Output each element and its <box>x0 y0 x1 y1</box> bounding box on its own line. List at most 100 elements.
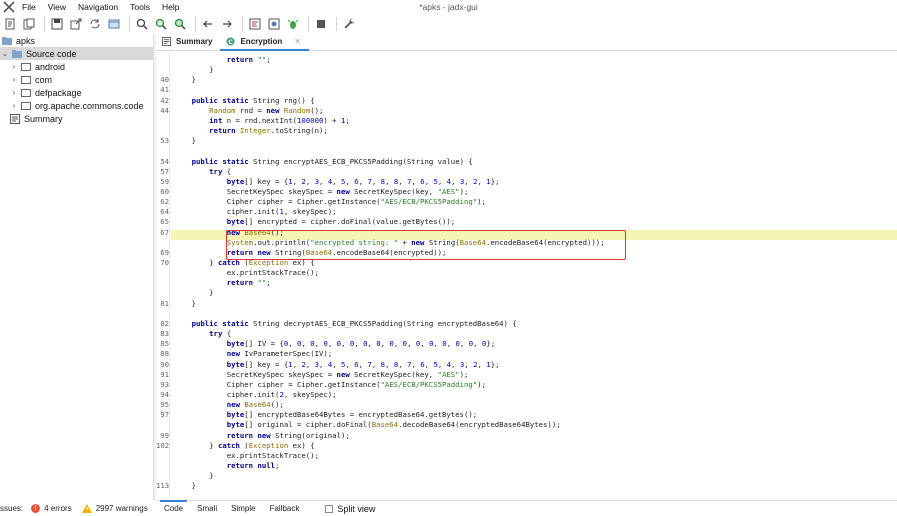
log-icon[interactable] <box>313 16 329 32</box>
code-text: ex.printStackTrace(); <box>174 450 319 460</box>
code-token: 2 <box>279 389 284 399</box>
code-token: 4 <box>446 359 452 369</box>
tab-summary-label: Summary <box>176 37 213 46</box>
close-icon[interactable]: ✕ <box>294 37 301 46</box>
code-token: 3 <box>314 359 320 369</box>
chevron-right-icon[interactable]: › <box>10 88 18 97</box>
code-token: new <box>226 400 240 410</box>
code-token: 8 <box>380 359 386 369</box>
export-icon[interactable] <box>68 16 84 32</box>
code-token: 6 <box>354 176 359 186</box>
code-token: 5 <box>341 359 346 369</box>
tab-fallback[interactable]: Fallback <box>270 501 300 516</box>
code-token: 0 <box>376 339 381 349</box>
warnings-count[interactable]: 2997 warnings <box>96 504 148 513</box>
sync-icon[interactable] <box>87 16 103 32</box>
tree-item-source-code[interactable]: ⌄ Source code <box>0 47 153 60</box>
line-number: 113 <box>156 481 170 491</box>
tree-root-apks[interactable]: apks <box>0 34 153 47</box>
issues-label: ssues: <box>0 503 24 513</box>
code-token: 7 <box>367 176 372 186</box>
code-token: 6 <box>420 359 425 369</box>
find-usage-icon[interactable] <box>172 16 188 32</box>
menu-navigation[interactable]: Navigation <box>78 2 118 12</box>
code-token: public static <box>191 318 249 328</box>
line-number: 64 <box>160 207 169 217</box>
chevron-right-icon[interactable]: › <box>10 62 18 71</box>
chevron-right-icon[interactable]: › <box>10 101 18 110</box>
code-token: 1 <box>288 176 293 186</box>
line-number: 41 <box>160 85 169 95</box>
open-file-icon[interactable] <box>2 16 18 32</box>
forward-icon[interactable] <box>219 16 235 32</box>
add-files-icon[interactable] <box>21 16 37 32</box>
code-text: cipher.init(2, skeySpec); <box>174 389 337 399</box>
code-token: return null <box>226 461 276 470</box>
code-text: return ""; <box>226 55 271 64</box>
code-token: "AES/ECB/PKCS5Padding" <box>380 197 478 207</box>
tab-code[interactable]: Code <box>159 499 188 516</box>
menu-file[interactable]: File <box>22 2 36 12</box>
tab-simple[interactable]: Simple <box>231 501 255 516</box>
search-icon[interactable] <box>134 16 150 32</box>
menu-tools[interactable]: Tools <box>130 2 150 12</box>
tab-summary[interactable]: Summary <box>156 33 220 50</box>
code-text: byte[] original = cipher.doFinal(Base64.… <box>226 420 561 430</box>
code-token: 7 <box>407 359 412 369</box>
toolbar-separator <box>336 17 337 31</box>
tree-package-label: com <box>35 74 53 85</box>
code-token: try <box>209 166 223 176</box>
tree-root-label: apks <box>16 35 36 46</box>
back-icon[interactable] <box>200 16 216 32</box>
code-token: byte <box>226 339 245 349</box>
menu-view[interactable]: View <box>48 2 66 12</box>
split-view-checkbox[interactable] <box>325 504 334 513</box>
line-number: 53 <box>160 136 169 146</box>
tab-smali[interactable]: Smali <box>197 501 217 516</box>
tree-item-package[interactable]: › org.apache.commons.code <box>0 99 153 112</box>
code-text: int n = rnd.nextInt(100000) + 1; <box>209 115 350 125</box>
code-text: public static String encryptAES_ECB_PKCS… <box>191 156 473 166</box>
code-token: 0 <box>468 339 474 349</box>
code-text: byte[] IV = {0, 0, 0, 0, 0, 0, 0, 0, 0, … <box>226 339 496 349</box>
code-token: Base64 <box>371 420 399 430</box>
code-token: 4 <box>327 359 333 369</box>
code-text: try { <box>209 166 232 176</box>
tree-item-summary[interactable]: Summary <box>0 112 153 125</box>
preferences-icon[interactable] <box>341 16 357 32</box>
highlight-annotation-box <box>226 230 626 260</box>
code-token: String <box>253 95 280 105</box>
code-text: byte[] key = {1, 2, 3, 4, 5, 6, 7, 8, 8,… <box>226 359 500 369</box>
tree-item-package[interactable]: › defpackage <box>0 86 153 99</box>
errors-count[interactable]: 4 errors <box>44 504 72 513</box>
save-all-icon[interactable] <box>49 16 65 32</box>
code-text: return ""; <box>226 278 271 288</box>
search-class-icon[interactable] <box>153 16 169 32</box>
code-token: 0 <box>481 339 487 349</box>
tree-item-package[interactable]: › android <box>0 60 153 73</box>
flatten-icon[interactable] <box>106 16 122 32</box>
code-token: public static <box>191 156 249 166</box>
tree-item-package[interactable]: › com <box>0 73 153 86</box>
code-editor[interactable]: return ""; } 40 } 41 42 public static Strin… <box>156 52 897 498</box>
chevron-right-icon[interactable]: › <box>10 75 18 84</box>
menu-bar: File View Navigation Tools Help <box>0 0 897 14</box>
code-token: 100000 <box>297 115 324 125</box>
code-token: 2 <box>473 176 478 186</box>
code-token: 4 <box>446 176 452 186</box>
jadx-app-icon <box>3 1 15 13</box>
code-text: byte[] encrypted = cipher.doFinal(value.… <box>226 217 456 227</box>
tree-package-label: defpackage <box>35 87 82 98</box>
quark-icon[interactable] <box>266 16 282 32</box>
code-token: 7 <box>367 359 372 369</box>
code-token: return <box>209 126 236 136</box>
menu-help[interactable]: Help <box>162 2 179 12</box>
deobfuscation-icon[interactable] <box>247 16 263 32</box>
chevron-down-icon[interactable]: ⌄ <box>1 49 9 58</box>
code-text: } <box>174 288 214 298</box>
editor-tabs: Summary C Encryption ✕ <box>156 34 897 51</box>
error-icon: ! <box>31 503 41 513</box>
line-number: 81 <box>160 298 169 308</box>
debug-icon[interactable] <box>285 16 301 32</box>
tab-encryption[interactable]: C Encryption ✕ <box>220 33 310 51</box>
